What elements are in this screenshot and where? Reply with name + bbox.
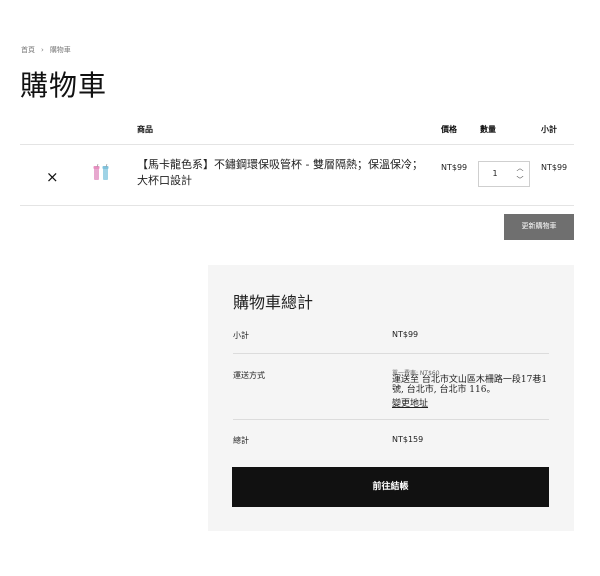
- totals-subtotal-value: NT$99: [392, 330, 419, 339]
- chevron-down-icon[interactable]: ﹀: [511, 174, 529, 186]
- quantity-value[interactable]: 1: [479, 162, 511, 186]
- breadcrumb-separator: ›: [41, 46, 44, 54]
- product-name-link[interactable]: 【馬卡龍色系】不鏽鋼環保吸管杯 - 雙層隔熱；保溫保冷；大杯口設計: [137, 157, 427, 189]
- breadcrumb-current: 購物車: [49, 46, 71, 54]
- product-thumbnail[interactable]: [91, 164, 113, 184]
- totals-total-label: 總計: [233, 436, 249, 445]
- column-header-price: 價格: [441, 125, 457, 134]
- breadcrumb-home-link[interactable]: 首頁: [21, 46, 35, 54]
- column-header-quantity: 數量: [480, 125, 496, 134]
- totals-divider: [233, 419, 549, 420]
- breadcrumb: 首頁 › 購物車: [21, 45, 71, 55]
- totals-subtotal-label: 小計: [233, 331, 249, 340]
- column-header-subtotal: 小計: [541, 125, 557, 134]
- cart-totals-title: 購物車總計: [233, 293, 314, 312]
- change-address-link[interactable]: 變更地址: [392, 396, 428, 409]
- chevron-up-icon[interactable]: ︿: [511, 162, 529, 174]
- cart-totals-panel: 購物車總計 小計 NT$99 運送方式 單一費率: NT$60 運送至 台北市文…: [208, 265, 574, 531]
- page-title: 購物車: [20, 69, 108, 102]
- table-bottom-divider: [20, 205, 574, 206]
- update-cart-button[interactable]: 更新購物車: [504, 214, 574, 240]
- shipping-label: 運送方式: [233, 371, 265, 380]
- table-header-divider: [20, 144, 574, 145]
- remove-item-icon[interactable]: ×: [46, 168, 59, 186]
- product-subtotal: NT$99: [541, 163, 568, 172]
- product-price: NT$99: [441, 163, 468, 172]
- shipping-destination: 運送至 台北市文山區木柵路一段17巷1號, 台北市, 台北市 116。: [392, 375, 548, 395]
- quantity-stepper[interactable]: 1 ︿ ﹀: [478, 161, 530, 187]
- totals-total-value: NT$159: [392, 435, 424, 444]
- column-header-product: 商品: [137, 125, 153, 134]
- checkout-button[interactable]: 前往結帳: [232, 467, 549, 507]
- totals-divider: [233, 353, 549, 354]
